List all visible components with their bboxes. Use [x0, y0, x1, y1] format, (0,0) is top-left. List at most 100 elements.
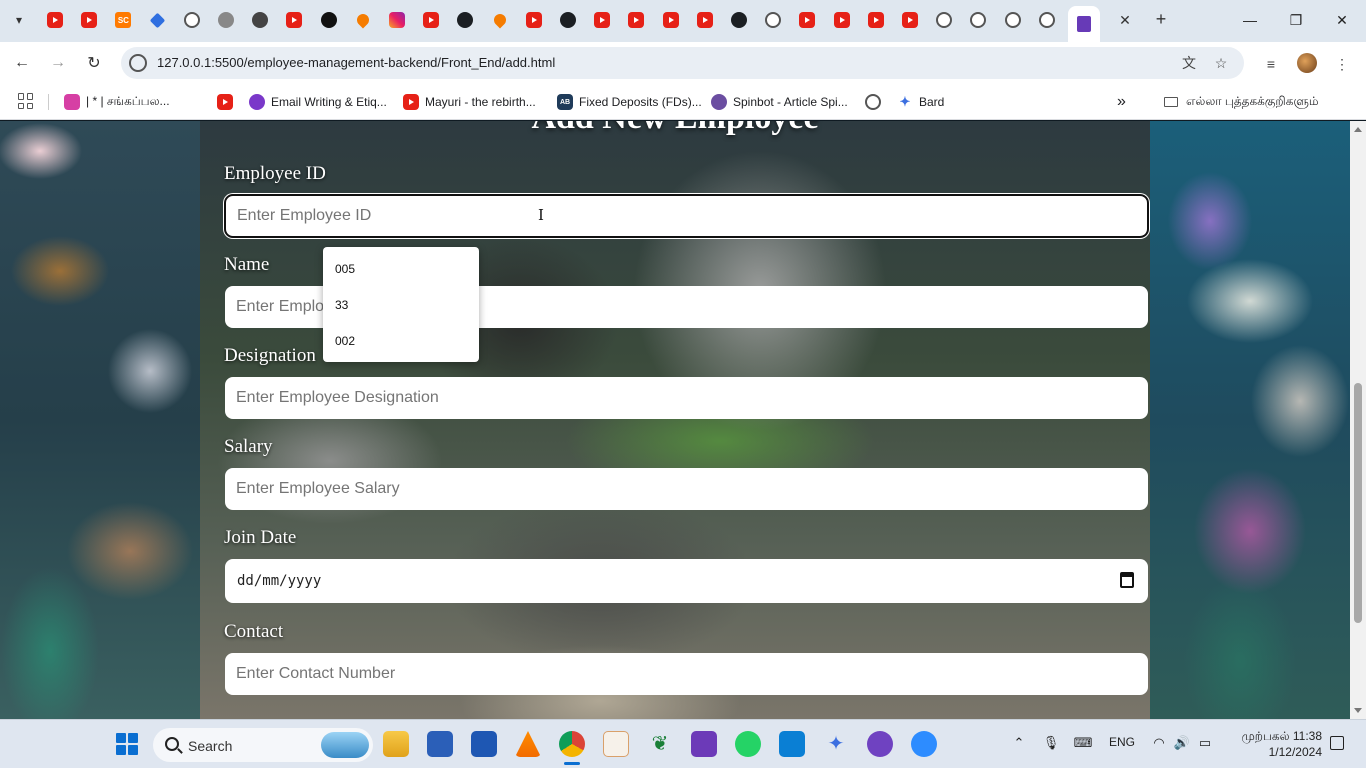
tab-search-button[interactable]: ▾ [8, 9, 30, 31]
close-tab-icon[interactable]: ✕ [1115, 10, 1135, 30]
calendar-icon[interactable] [1120, 572, 1134, 588]
chrome-icon[interactable] [559, 731, 585, 757]
autocomplete-option[interactable]: 005 [323, 251, 479, 287]
taskbar-search[interactable]: Search [153, 728, 373, 762]
salary-input[interactable] [225, 468, 1148, 510]
browser-tab[interactable] [931, 8, 957, 32]
browser-tab[interactable] [658, 8, 684, 32]
media-control-icon[interactable]: ≡ [1260, 53, 1282, 75]
browser-tab[interactable] [42, 8, 68, 32]
join-date-input[interactable]: dd/mm/yyyy [225, 559, 1148, 603]
browser-tab[interactable] [623, 8, 649, 32]
browser-tab[interactable] [965, 8, 991, 32]
browser-tab[interactable] [316, 8, 342, 32]
clock[interactable]: முற்பகல் 11:38 1/12/2024 [1226, 728, 1322, 760]
browser-tab[interactable] [76, 8, 102, 32]
browser-tab[interactable] [418, 8, 444, 32]
wifi-icon[interactable]: ◠ [1151, 735, 1167, 751]
apps-grid-icon[interactable] [18, 93, 34, 109]
bard-app-icon[interactable]: ✦ [823, 731, 849, 757]
show-hidden-icons[interactable]: ⌃ [1011, 735, 1027, 751]
site-info-icon[interactable] [129, 54, 147, 72]
browser-tab[interactable] [281, 8, 307, 32]
bookmark-1[interactable] [217, 93, 239, 111]
browser-tab[interactable] [794, 8, 820, 32]
presentation-icon[interactable] [603, 731, 629, 757]
browser-tab[interactable] [247, 8, 273, 32]
file-explorer-icon[interactable] [383, 731, 409, 757]
browser-tab[interactable] [350, 8, 376, 32]
bookmark-6[interactable] [865, 93, 887, 111]
volume-icon[interactable]: 🔊 [1174, 735, 1190, 751]
browser-tab[interactable] [863, 8, 889, 32]
bookmark-star-icon[interactable]: ☆ [1211, 53, 1231, 73]
notification-icon[interactable] [1330, 736, 1344, 750]
keyboard-icon[interactable]: ⌨ [1074, 735, 1093, 751]
profile-avatar[interactable] [1297, 53, 1317, 73]
join-date-placeholder: dd/mm/yyyy [237, 573, 322, 589]
browser-tab[interactable] [145, 8, 171, 32]
bookmark-5[interactable]: Spinbot - Article Spi... [711, 93, 848, 111]
bookmarks-overflow-icon[interactable]: » [1117, 93, 1126, 111]
windows-start-icon[interactable] [116, 733, 138, 755]
scroll-up-icon[interactable] [1354, 127, 1362, 132]
url-text[interactable]: 127.0.0.1:5500/employee-management-backe… [157, 55, 555, 70]
vscode-icon[interactable] [779, 731, 805, 757]
active-tab[interactable] [1068, 6, 1100, 42]
bookmark-4[interactable]: AB Fixed Deposits (FDs)... [557, 93, 702, 111]
designation-input[interactable] [225, 377, 1148, 419]
minimize-button[interactable]: — [1236, 8, 1264, 32]
browser-tab[interactable] [760, 8, 786, 32]
bookmark-0[interactable]: | * | சங்கப்பல... [64, 93, 170, 111]
browser-tab[interactable] [1034, 8, 1060, 32]
browser-tab[interactable] [179, 8, 205, 32]
autocomplete-option[interactable]: 33 [323, 287, 479, 323]
translate-icon[interactable]: 文 [1179, 53, 1199, 73]
autocomplete-option[interactable]: 002 [323, 323, 479, 359]
reload-button[interactable]: ↻ [82, 51, 106, 75]
contact-input[interactable] [225, 653, 1148, 695]
browser-tab[interactable] [897, 8, 923, 32]
browser-tab[interactable] [487, 8, 513, 32]
browser-tab[interactable]: SC [110, 8, 136, 32]
employee-id-input[interactable] [224, 194, 1149, 238]
language-indicator[interactable]: ENG [1109, 735, 1135, 749]
whatsapp-icon[interactable] [735, 731, 761, 757]
menu-icon[interactable]: ⋮ [1331, 53, 1353, 75]
browser-tab[interactable] [452, 8, 478, 32]
battery-icon[interactable]: ▭ [1197, 735, 1213, 751]
close-window-button[interactable]: ✕ [1328, 8, 1356, 32]
browser-tab[interactable] [384, 8, 410, 32]
microsoft-store-icon[interactable] [427, 731, 453, 757]
restore-button[interactable]: ❐ [1282, 8, 1310, 32]
forward-button[interactable]: → [46, 51, 70, 75]
vlc-icon[interactable] [515, 731, 541, 757]
scroll-down-icon[interactable] [1354, 708, 1362, 713]
browser-tab[interactable] [213, 8, 239, 32]
bookmark-2[interactable]: Email Writing & Etiq... [249, 93, 387, 111]
all-bookmarks-folder[interactable]: எல்லா புத்தகக்குறிகளும் [1164, 93, 1319, 111]
browser-tab[interactable] [521, 8, 547, 32]
autocomplete-dropdown: 005 33 002 [323, 247, 479, 362]
zoom-icon[interactable] [911, 731, 937, 757]
youtube-icon [696, 12, 713, 28]
address-bar[interactable]: 127.0.0.1:5500/employee-management-backe… [121, 47, 1244, 79]
browser-tab[interactable] [829, 8, 855, 32]
scroll-thumb[interactable] [1354, 383, 1362, 623]
new-tab-button[interactable]: + [1150, 8, 1172, 30]
bookmark-label: Bard [919, 95, 945, 109]
browser-tab[interactable] [589, 8, 615, 32]
bookmark-3[interactable]: Mayuri - the rebirth... [403, 93, 536, 111]
page-scrollbar[interactable] [1350, 121, 1366, 719]
github-desktop-icon[interactable] [867, 731, 893, 757]
visual-studio-icon[interactable] [691, 731, 717, 757]
browser-tab[interactable] [692, 8, 718, 32]
browser-tab[interactable] [726, 8, 752, 32]
word-icon[interactable] [471, 731, 497, 757]
browser-tab[interactable] [555, 8, 581, 32]
browser-tab[interactable] [1000, 8, 1026, 32]
bookmark-7[interactable]: ✦ Bard [897, 93, 945, 111]
back-button[interactable]: ← [10, 51, 34, 75]
microphone-icon[interactable]: 🎙 [1043, 735, 1060, 751]
mongodb-icon[interactable]: ❦ [647, 731, 673, 757]
